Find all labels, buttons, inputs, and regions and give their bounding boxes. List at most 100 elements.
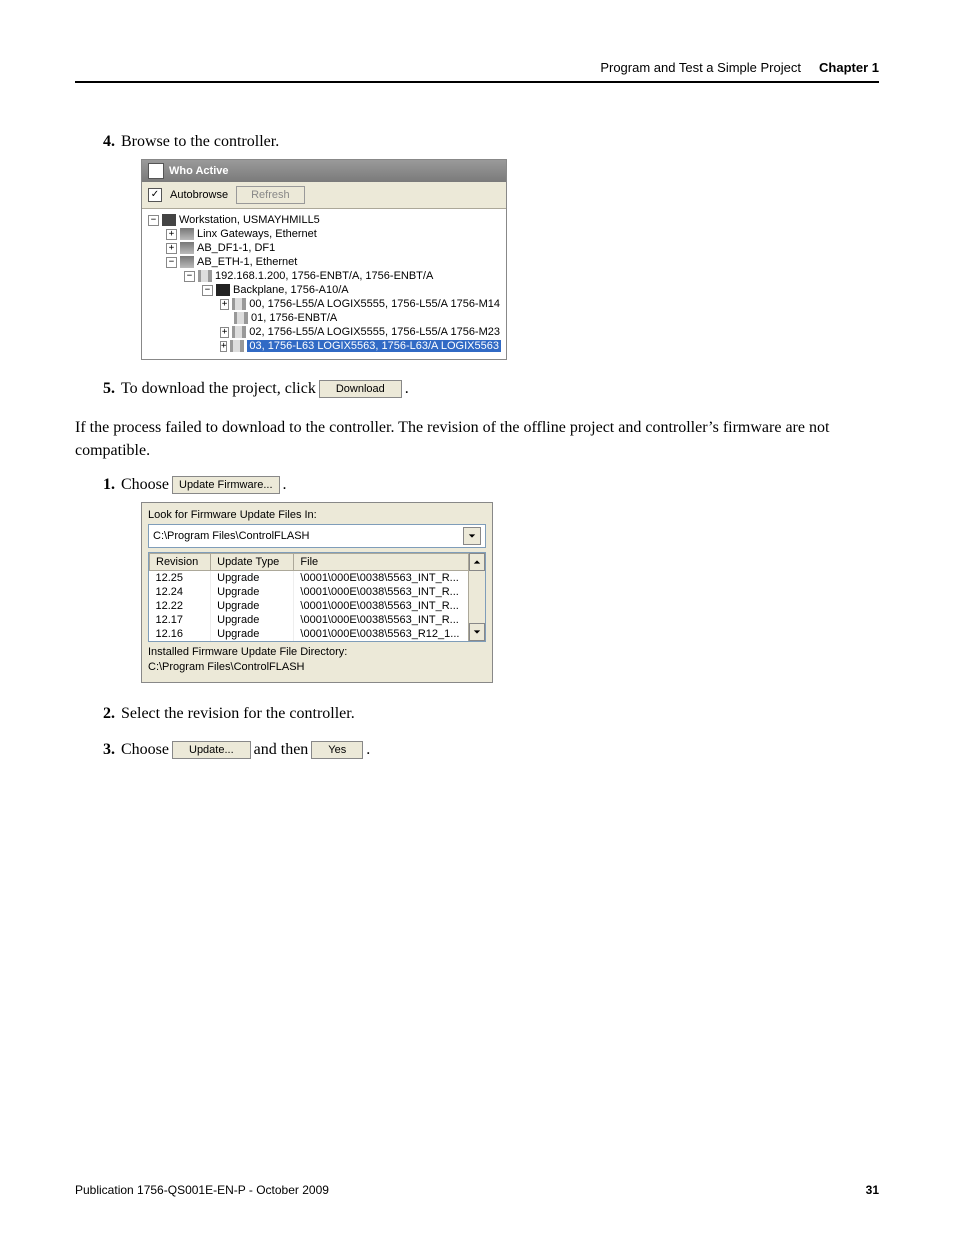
table-cell: \0001\000E\0038\5563_INT_R... bbox=[294, 613, 485, 627]
header-section: Program and Test a Simple Project bbox=[600, 60, 801, 75]
expand-icon[interactable]: + bbox=[166, 243, 177, 254]
selected-node: 03, 1756-L63 LOGIX5563, 1756-L63/A LOGIX… bbox=[247, 340, 501, 352]
step-text: Select the revision for the controller. bbox=[121, 705, 355, 723]
table-cell: \0001\000E\0038\5563_R12_1... bbox=[294, 627, 485, 641]
step-number: 5. bbox=[103, 380, 115, 398]
page-number: 31 bbox=[866, 1183, 879, 1197]
step-4: 4. Browse to the controller. bbox=[103, 133, 879, 151]
table-cell: \0001\000E\0038\5563_INT_R... bbox=[294, 571, 485, 586]
table-row[interactable]: 12.17Upgrade\0001\000E\0038\5563_INT_R..… bbox=[150, 613, 485, 627]
table-row[interactable]: 12.22Upgrade\0001\000E\0038\5563_INT_R..… bbox=[150, 599, 485, 613]
step-5: 5. To download the project, click Downlo… bbox=[103, 380, 879, 398]
collapse-icon[interactable]: − bbox=[202, 285, 213, 296]
backplane-icon bbox=[216, 284, 230, 296]
dialog-titlebar[interactable]: Who Active bbox=[142, 160, 506, 182]
path-text: C:\Program Files\ControlFLASH bbox=[153, 530, 310, 542]
step-1: 1. Choose Update Firmware... . bbox=[103, 476, 879, 494]
update-button[interactable]: Update... bbox=[172, 741, 251, 759]
table-header[interactable]: Revision Update Type File bbox=[150, 554, 485, 571]
autobrowse-checkbox[interactable]: ✓ bbox=[148, 188, 162, 202]
table-cell: 12.25 bbox=[150, 571, 211, 586]
table-row[interactable]: 12.24Upgrade\0001\000E\0038\5563_INT_R..… bbox=[150, 585, 485, 599]
tree-node-workstation[interactable]: −Workstation, USMAYHMILL5 bbox=[148, 213, 500, 227]
module-icon bbox=[232, 298, 246, 310]
scroll-up-icon[interactable] bbox=[469, 553, 485, 571]
dialog-title: Who Active bbox=[169, 165, 229, 177]
dropdown-icon[interactable] bbox=[463, 527, 481, 545]
tree-node-ip[interactable]: −192.168.1.200, 1756-ENBT/A, 1756-ENBT/A bbox=[184, 269, 500, 283]
step-post: . bbox=[405, 380, 409, 398]
collapse-icon[interactable]: − bbox=[148, 215, 159, 226]
table-cell: 12.16 bbox=[150, 627, 211, 641]
publication-text: Publication 1756-QS001E-EN-P - October 2… bbox=[75, 1183, 329, 1197]
table-cell: Upgrade bbox=[211, 571, 294, 586]
tree-node-df1[interactable]: +AB_DF1-1, DF1 bbox=[166, 241, 500, 255]
collapse-icon[interactable]: − bbox=[184, 271, 195, 282]
installed-label: Installed Firmware Update File Directory… bbox=[148, 646, 486, 658]
page-footer: Publication 1756-QS001E-EN-P - October 2… bbox=[75, 1183, 879, 1197]
module-icon bbox=[198, 270, 212, 282]
tree-node-slot2[interactable]: +02, 1756-L55/A LOGIX5555, 1756-L55/A 17… bbox=[220, 325, 500, 339]
step-post: . bbox=[283, 476, 287, 494]
look-label: Look for Firmware Update Files In: bbox=[148, 509, 486, 521]
header-rule bbox=[75, 81, 879, 83]
step-text: Browse to the controller. bbox=[121, 133, 279, 151]
col-update-type[interactable]: Update Type bbox=[211, 554, 294, 571]
page-header: Program and Test a Simple Project Chapte… bbox=[75, 60, 879, 81]
step-text: To download the project, click bbox=[121, 380, 316, 398]
table-cell: Upgrade bbox=[211, 599, 294, 613]
tree-node-linx[interactable]: +Linx Gateways, Ethernet bbox=[166, 227, 500, 241]
col-file[interactable]: File bbox=[294, 554, 485, 571]
collapse-icon[interactable]: − bbox=[166, 257, 177, 268]
tree-node-backplane[interactable]: −Backplane, 1756-A10/A bbox=[202, 283, 500, 297]
expand-icon[interactable]: + bbox=[166, 229, 177, 240]
col-revision[interactable]: Revision bbox=[150, 554, 211, 571]
device-tree[interactable]: −Workstation, USMAYHMILL5 +Linx Gateways… bbox=[142, 209, 506, 359]
firmware-dialog: Look for Firmware Update Files In: C:\Pr… bbox=[141, 502, 493, 683]
step-text: Choose bbox=[121, 741, 169, 759]
tree-node-slot3[interactable]: +03, 1756-L63 LOGIX5563, 1756-L63/A LOGI… bbox=[220, 339, 500, 353]
table-cell: 12.17 bbox=[150, 613, 211, 627]
network-icon bbox=[180, 228, 194, 240]
firmware-table[interactable]: Revision Update Type File 12.25Upgrade\0… bbox=[148, 552, 486, 642]
step-3: 3. Choose Update... and then Yes . bbox=[103, 741, 879, 759]
module-icon bbox=[232, 326, 246, 338]
scroll-down-icon[interactable] bbox=[469, 623, 485, 641]
yes-button[interactable]: Yes bbox=[311, 741, 363, 759]
app-icon bbox=[148, 163, 164, 179]
table-cell: Upgrade bbox=[211, 613, 294, 627]
workstation-icon bbox=[162, 214, 176, 226]
path-field[interactable]: C:\Program Files\ControlFLASH bbox=[148, 524, 486, 548]
tree-node-slot0[interactable]: +00, 1756-L55/A LOGIX5555, 1756-L55/A 17… bbox=[220, 297, 500, 311]
expand-icon[interactable]: + bbox=[220, 341, 227, 352]
step-post: . bbox=[366, 741, 370, 759]
table-cell: 12.24 bbox=[150, 585, 211, 599]
network-icon bbox=[180, 242, 194, 254]
tree-node-eth[interactable]: −AB_ETH-1, Ethernet bbox=[166, 255, 500, 269]
step-number: 3. bbox=[103, 741, 115, 759]
network-icon bbox=[180, 256, 194, 268]
table-row[interactable]: 12.25Upgrade\0001\000E\0038\5563_INT_R..… bbox=[150, 571, 485, 586]
tree-node-slot1[interactable]: 01, 1756-ENBT/A bbox=[220, 311, 500, 325]
installed-dir: C:\Program Files\ControlFLASH bbox=[148, 661, 486, 673]
download-button[interactable]: Download bbox=[319, 380, 402, 398]
module-icon bbox=[234, 312, 248, 324]
update-firmware-button[interactable]: Update Firmware... bbox=[172, 476, 280, 494]
body-paragraph: If the process failed to download to the… bbox=[75, 416, 879, 462]
step-number: 4. bbox=[103, 133, 115, 151]
step-number: 1. bbox=[103, 476, 115, 494]
table-cell: 12.22 bbox=[150, 599, 211, 613]
refresh-button[interactable]: Refresh bbox=[236, 186, 305, 204]
step-number: 2. bbox=[103, 705, 115, 723]
expand-icon[interactable]: + bbox=[220, 327, 229, 338]
table-cell: Upgrade bbox=[211, 627, 294, 641]
table-cell: Upgrade bbox=[211, 585, 294, 599]
header-chapter: Chapter 1 bbox=[819, 60, 879, 75]
table-row[interactable]: 12.16Upgrade\0001\000E\0038\5563_R12_1..… bbox=[150, 627, 485, 641]
step-text: Choose bbox=[121, 476, 169, 494]
scrollbar[interactable] bbox=[468, 553, 485, 641]
table-cell: \0001\000E\0038\5563_INT_R... bbox=[294, 585, 485, 599]
dialog-toolbar: ✓ Autobrowse Refresh bbox=[142, 182, 506, 209]
step-2: 2. Select the revision for the controlle… bbox=[103, 705, 879, 723]
expand-icon[interactable]: + bbox=[220, 299, 229, 310]
